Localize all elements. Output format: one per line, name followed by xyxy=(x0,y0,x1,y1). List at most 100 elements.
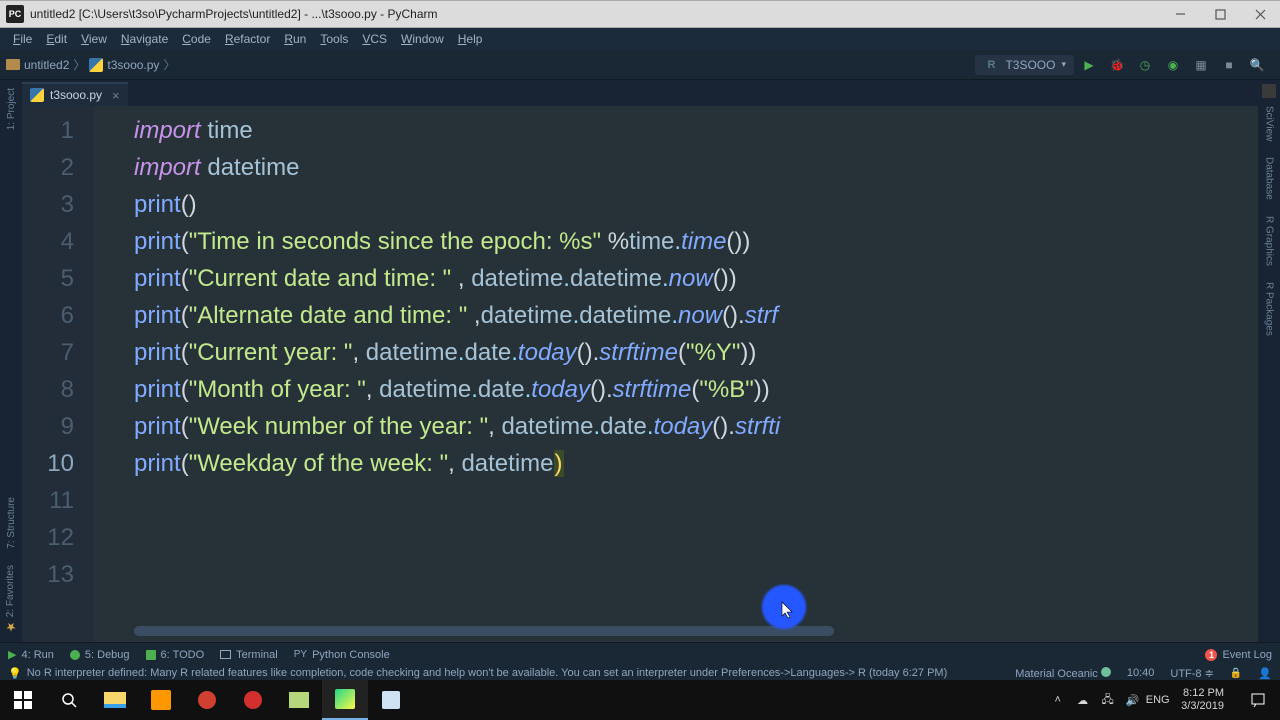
tray-onedrive-icon[interactable]: ☁ xyxy=(1075,693,1090,708)
editor-tab[interactable]: t3sooo.py × xyxy=(22,82,128,106)
stop-button[interactable]: ■ xyxy=(1220,56,1238,74)
status-cursor-position[interactable]: 10:40 xyxy=(1127,667,1155,679)
folder-icon xyxy=(6,59,20,70)
breadcrumb-file[interactable]: t3sooo.py xyxy=(89,58,159,72)
code-line[interactable]: print() xyxy=(134,186,1258,223)
code-line[interactable]: print("Month of year: ", datetime.date.t… xyxy=(134,371,1258,408)
close-tab-icon[interactable]: × xyxy=(112,88,120,103)
tool-structure[interactable]: 7: Structure xyxy=(6,489,17,557)
run-config-selector[interactable]: R T3SOOO ▾ xyxy=(975,55,1074,75)
minimize-button[interactable] xyxy=(1160,0,1200,28)
run-button[interactable]: ▶ xyxy=(1080,56,1098,74)
app-icon: PC xyxy=(6,5,24,23)
tool-run[interactable]: ▶4: Run xyxy=(8,648,54,661)
attach-button[interactable]: ▦ xyxy=(1192,56,1210,74)
breadcrumb: untitled2 〉 t3sooo.py 〉 xyxy=(6,56,175,73)
tool-sciview[interactable]: SciView xyxy=(1264,98,1275,149)
code-line[interactable]: import datetime xyxy=(134,149,1258,186)
code-line[interactable] xyxy=(134,482,1258,519)
status-message[interactable]: 💡No R interpreter defined: Many R relate… xyxy=(8,667,947,680)
task-opera[interactable] xyxy=(230,680,276,720)
menu-vcs[interactable]: VCS xyxy=(355,30,394,48)
coverage-button[interactable]: ◷ xyxy=(1136,56,1154,74)
task-sublime[interactable] xyxy=(138,680,184,720)
maximize-button[interactable] xyxy=(1200,0,1240,28)
code-line[interactable]: print("Current year: ", datetime.date.to… xyxy=(134,334,1258,371)
tray-network-icon[interactable]: 🖧 xyxy=(1100,693,1115,708)
menu-navigate[interactable]: Navigate xyxy=(114,30,175,48)
tray-clock[interactable]: 8:12 PM 3/3/2019 xyxy=(1175,687,1230,713)
tray-ime[interactable]: ENG xyxy=(1150,693,1165,708)
line-number-gutter: 12345678910111213 xyxy=(22,106,94,642)
code-line[interactable]: print("Weekday of the week: ", datetime) xyxy=(134,445,1258,482)
windows-taskbar: ˄ ☁ 🖧 🔊 ENG 8:12 PM 3/3/2019 xyxy=(0,680,1280,720)
tray-notifications-icon[interactable] xyxy=(1240,680,1276,720)
tray-date: 3/3/2019 xyxy=(1181,700,1224,713)
menu-edit[interactable]: Edit xyxy=(39,30,74,48)
chevron-down-icon: ▾ xyxy=(1061,59,1066,70)
bottom-tool-row: ▶4: Run 5: Debug 6: TODO Terminal PYPyth… xyxy=(0,642,1280,666)
tool-event-log[interactable]: 1Event Log xyxy=(1205,649,1272,661)
grid-icon[interactable] xyxy=(1262,84,1276,98)
menu-refactor[interactable]: Refactor xyxy=(218,30,277,48)
editor-tab-label: t3sooo.py xyxy=(50,88,102,102)
search-everywhere-button[interactable]: 🔍 xyxy=(1248,56,1266,74)
menu-view[interactable]: View xyxy=(74,30,114,48)
code-line[interactable]: print("Time in seconds since the epoch: … xyxy=(134,223,1258,260)
left-tool-strip: 1: Project 7: Structure ★ 2: Favorites xyxy=(0,80,22,642)
menu-bar: FileEditViewNavigateCodeRefactorRunTools… xyxy=(0,28,1280,50)
chevron-right-icon: 〉 xyxy=(73,56,85,73)
menu-code[interactable]: Code xyxy=(175,30,218,48)
r-logo-icon: R xyxy=(983,57,999,73)
horizontal-scrollbar[interactable] xyxy=(134,626,1228,636)
status-bar: 💡No R interpreter defined: Many R relate… xyxy=(0,666,1280,680)
inspect-icon[interactable]: 👤 xyxy=(1258,667,1272,680)
code-line[interactable]: print("Week number of the year: ", datet… xyxy=(134,408,1258,445)
task-notepad[interactable] xyxy=(368,680,414,720)
status-encoding[interactable]: UTF-8 ≑ xyxy=(1170,667,1213,680)
task-record[interactable] xyxy=(184,680,230,720)
system-tray: ˄ ☁ 🖧 🔊 ENG 8:12 PM 3/3/2019 xyxy=(1046,680,1280,720)
menu-run[interactable]: Run xyxy=(277,30,313,48)
debug-button[interactable]: 🐞 xyxy=(1108,56,1126,74)
breadcrumb-file-label: t3sooo.py xyxy=(107,58,159,72)
menu-file[interactable]: File xyxy=(6,30,39,48)
menu-window[interactable]: Window xyxy=(394,30,451,48)
tray-time: 8:12 PM xyxy=(1181,687,1224,700)
code-line[interactable]: print("Current date and time: " , dateti… xyxy=(134,260,1258,297)
menu-help[interactable]: Help xyxy=(451,30,490,48)
start-button[interactable] xyxy=(0,680,46,720)
task-file-explorer[interactable] xyxy=(92,680,138,720)
window-title: untitled2 [C:\Users\t3so\PycharmProjects… xyxy=(30,7,1160,21)
tool-rgraphics[interactable]: R Graphics xyxy=(1264,208,1275,274)
code-line[interactable]: import time xyxy=(134,112,1258,149)
tool-database[interactable]: Database xyxy=(1264,149,1275,208)
tool-favorites[interactable]: ★ 2: Favorites xyxy=(4,557,18,642)
code-line[interactable] xyxy=(134,519,1258,556)
tool-rpackages[interactable]: R Packages xyxy=(1264,274,1275,344)
profile-button[interactable]: ◉ xyxy=(1164,56,1182,74)
tool-project[interactable]: 1: Project xyxy=(6,80,17,138)
code-area[interactable]: import timeimport datetimeprint()print("… xyxy=(94,106,1258,642)
search-button[interactable] xyxy=(46,680,92,720)
tool-todo[interactable]: 6: TODO xyxy=(146,649,205,661)
tool-terminal[interactable]: Terminal xyxy=(220,649,278,661)
code-line[interactable] xyxy=(134,556,1258,593)
breadcrumb-project[interactable]: untitled2 xyxy=(6,58,69,72)
code-line[interactable]: print("Alternate date and time: " ,datet… xyxy=(134,297,1258,334)
lock-icon[interactable]: 🔒 xyxy=(1230,668,1242,679)
breadcrumb-project-label: untitled2 xyxy=(24,58,69,72)
close-button[interactable] xyxy=(1240,0,1280,28)
menu-tools[interactable]: Tools xyxy=(313,30,355,48)
tray-volume-icon[interactable]: 🔊 xyxy=(1125,693,1140,708)
python-file-icon xyxy=(30,88,44,102)
navigation-bar: untitled2 〉 t3sooo.py 〉 R T3SOOO ▾ ▶ 🐞 ◷… xyxy=(0,50,1280,80)
tray-chevron-up-icon[interactable]: ˄ xyxy=(1050,693,1065,708)
tool-debug[interactable]: 5: Debug xyxy=(70,649,130,661)
task-notepadpp[interactable] xyxy=(276,680,322,720)
right-tool-strip: SciView Database R Graphics R Packages xyxy=(1258,80,1280,642)
task-pycharm[interactable] xyxy=(322,680,368,720)
tool-python-console[interactable]: PYPython Console xyxy=(294,649,390,661)
code-editor[interactable]: 12345678910111213 import timeimport date… xyxy=(22,106,1258,642)
status-theme[interactable]: Material Oceanic xyxy=(1015,667,1111,680)
